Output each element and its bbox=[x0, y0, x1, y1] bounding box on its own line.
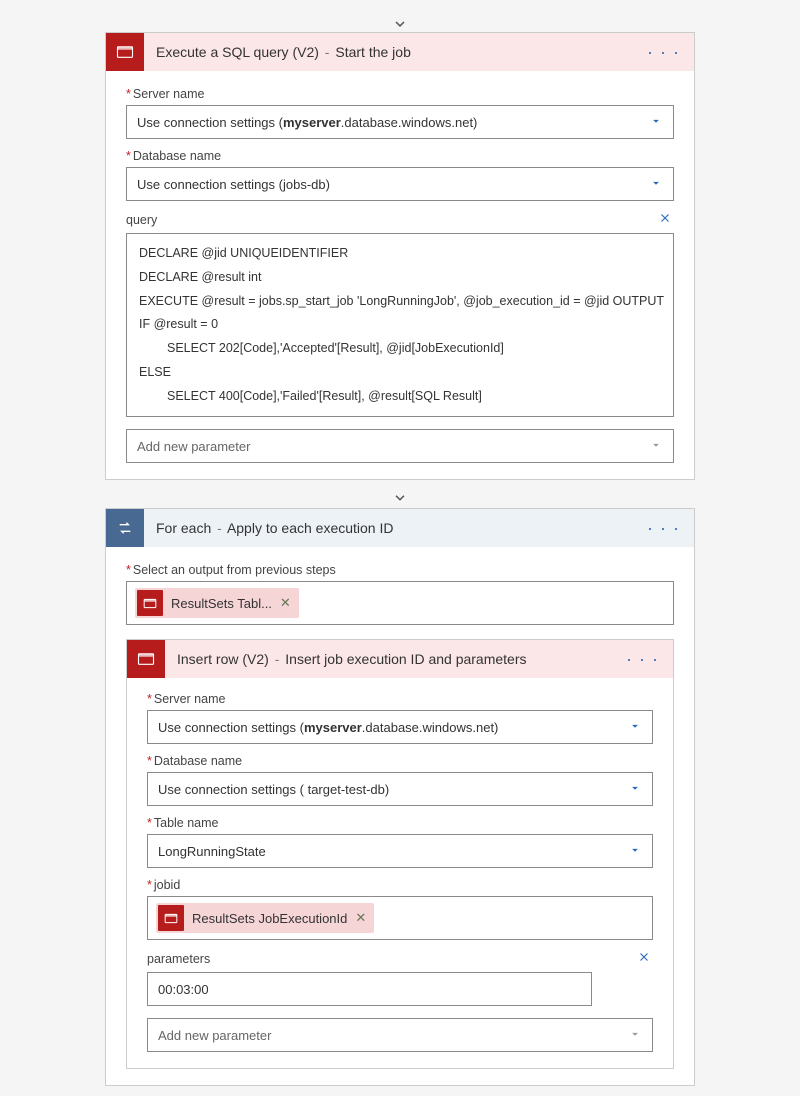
chevron-down-icon bbox=[628, 719, 642, 736]
query-label: query bbox=[126, 213, 157, 227]
jobid-label: *jobid bbox=[147, 878, 653, 892]
parameters-clear-button[interactable] bbox=[635, 950, 653, 968]
parameters-label-row: parameters bbox=[147, 950, 653, 968]
server-name-select[interactable]: Use connection settings (myserver.databa… bbox=[126, 105, 674, 139]
database-name-label: *Database name bbox=[126, 149, 674, 163]
add-parameter-select[interactable]: Add new parameter bbox=[147, 1018, 653, 1052]
sql-icon bbox=[137, 590, 163, 616]
chevron-down-icon bbox=[628, 843, 642, 860]
insert-row-step-header[interactable]: Insert row (V2) - Insert job execution I… bbox=[127, 640, 673, 678]
table-name-value: LongRunningState bbox=[158, 844, 628, 859]
server-name-value: Use connection settings (myserver.databa… bbox=[158, 720, 628, 735]
parameters-input[interactable]: 00:03:00 bbox=[147, 972, 592, 1006]
database-name-value: Use connection settings ( target-test-db… bbox=[158, 782, 628, 797]
token-pill-job-execution-id[interactable]: ResultSets JobExecutionId ✕ bbox=[156, 903, 374, 933]
step-title: For each - Apply to each execution ID bbox=[144, 520, 643, 536]
sql-query-step-header[interactable]: Execute a SQL query (V2) - Start the job… bbox=[106, 33, 694, 71]
query-input[interactable]: DECLARE @jid UNIQUEIDENTIFIER DECLARE @r… bbox=[126, 233, 674, 417]
step-title: Execute a SQL query (V2) - Start the job bbox=[144, 44, 643, 60]
foreach-icon bbox=[106, 509, 144, 547]
step-menu-button[interactable]: · · · bbox=[622, 649, 663, 670]
add-parameter-select[interactable]: Add new parameter bbox=[126, 429, 674, 463]
server-name-label: *Server name bbox=[126, 87, 674, 101]
token-remove-button[interactable]: ✕ bbox=[355, 910, 366, 926]
table-name-label: *Table name bbox=[147, 816, 653, 830]
chevron-down-icon bbox=[649, 114, 663, 131]
query-label-row: query bbox=[126, 211, 674, 229]
query-clear-button[interactable] bbox=[656, 211, 674, 229]
sql-icon bbox=[127, 640, 165, 678]
database-name-value: Use connection settings (jobs-db) bbox=[137, 177, 649, 192]
sql-query-step-card: Execute a SQL query (V2) - Start the job… bbox=[105, 32, 695, 480]
server-name-label: *Server name bbox=[147, 692, 653, 706]
chevron-down-icon bbox=[628, 1027, 642, 1044]
for-each-step-header[interactable]: For each - Apply to each execution ID · … bbox=[106, 509, 694, 547]
table-name-select[interactable]: LongRunningState bbox=[147, 834, 653, 868]
parameters-label: parameters bbox=[147, 952, 210, 966]
insert-row-step-card: Insert row (V2) - Insert job execution I… bbox=[126, 639, 674, 1069]
sql-icon bbox=[158, 905, 184, 931]
chevron-down-icon bbox=[649, 438, 663, 455]
step-menu-button[interactable]: · · · bbox=[643, 42, 684, 63]
database-name-select[interactable]: Use connection settings ( target-test-db… bbox=[147, 772, 653, 806]
select-output-input[interactable]: ResultSets Tabl... ✕ bbox=[126, 581, 674, 625]
database-name-select[interactable]: Use connection settings (jobs-db) bbox=[126, 167, 674, 201]
select-output-label: *Select an output from previous steps bbox=[126, 563, 674, 577]
server-name-select[interactable]: Use connection settings (myserver.databa… bbox=[147, 710, 653, 744]
connector-arrow bbox=[105, 480, 695, 508]
token-pill-resultsets-table[interactable]: ResultSets Tabl... ✕ bbox=[135, 588, 299, 618]
server-name-value: Use connection settings (myserver.databa… bbox=[137, 115, 649, 130]
chevron-down-icon bbox=[628, 781, 642, 798]
database-name-label: *Database name bbox=[147, 754, 653, 768]
token-remove-button[interactable]: ✕ bbox=[280, 595, 291, 611]
chevron-down-icon bbox=[649, 176, 663, 193]
jobid-input[interactable]: ResultSets JobExecutionId ✕ bbox=[147, 896, 653, 940]
sql-icon bbox=[106, 33, 144, 71]
step-menu-button[interactable]: · · · bbox=[643, 518, 684, 539]
step-title: Insert row (V2) - Insert job execution I… bbox=[165, 651, 622, 667]
connector-arrow bbox=[105, 10, 695, 32]
